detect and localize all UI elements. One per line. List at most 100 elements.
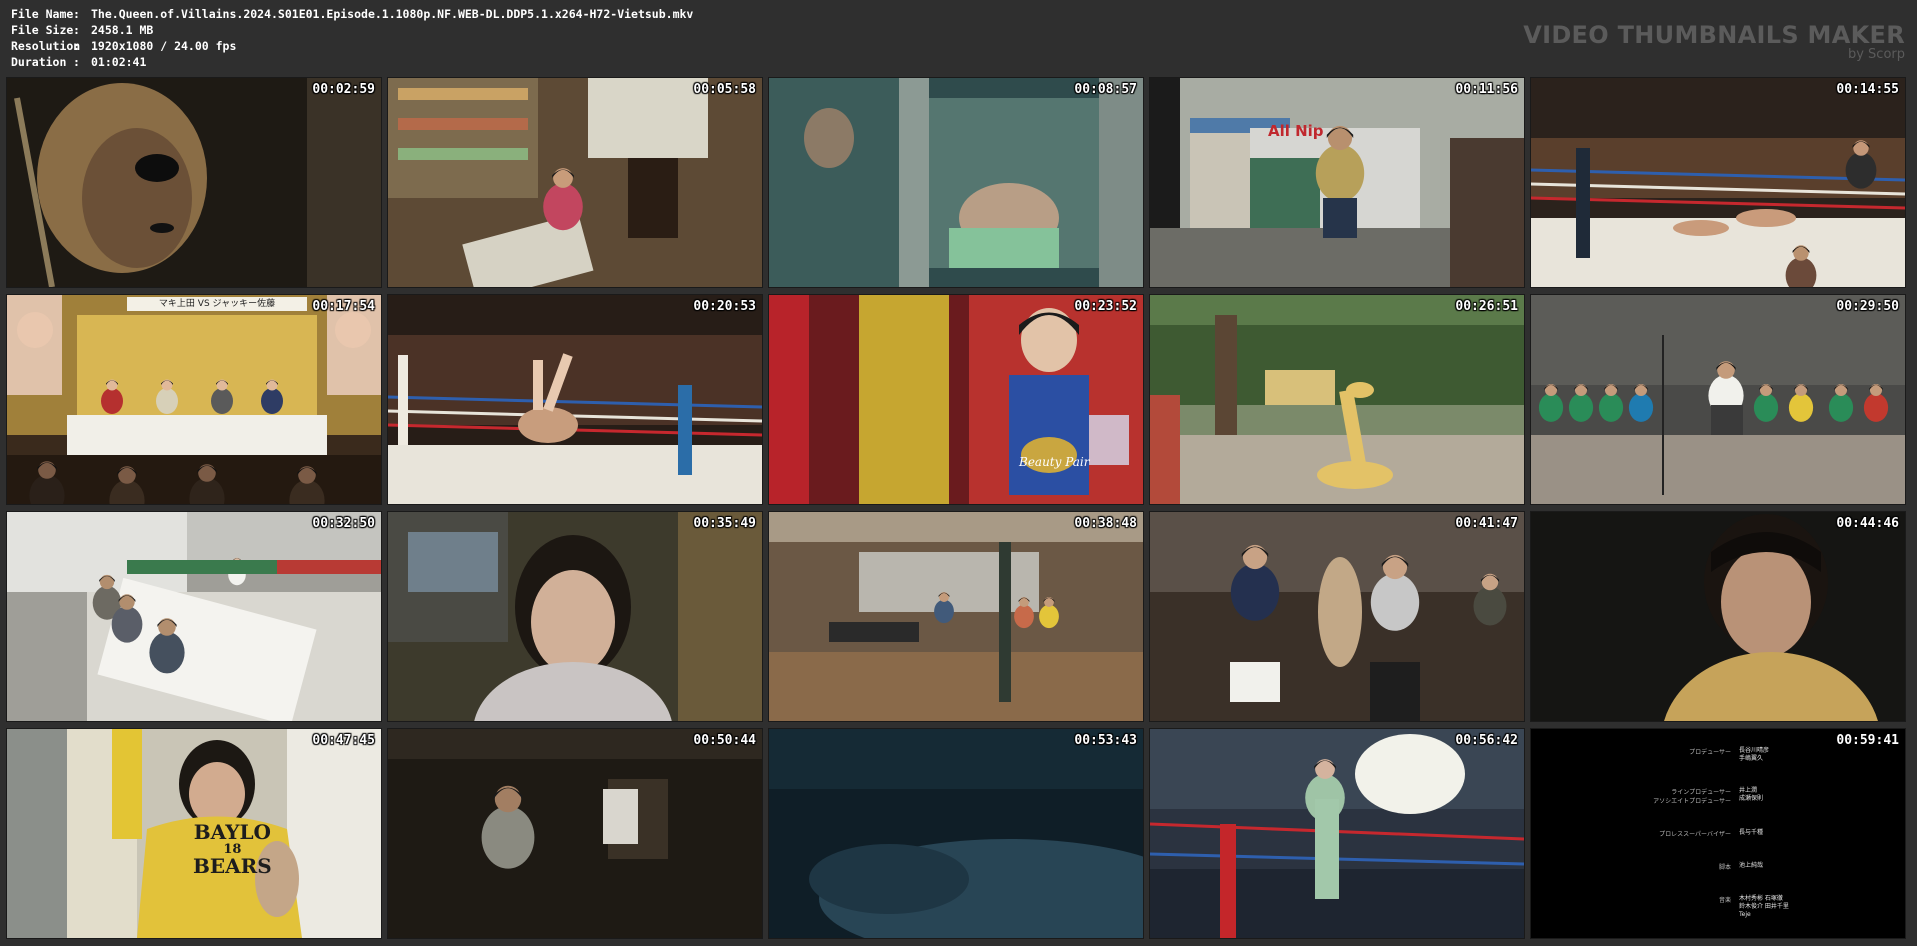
credit-row: プロデューサー 長谷川晴彦 手嶋翼久 [1641,747,1881,763]
timestamp: 00:47:45 [312,733,375,748]
info-row-file-size: File Size : 2458.1 MB [11,22,693,38]
thumbnail-girl-crying[interactable]: 00:35:49 [387,511,763,722]
scene-image [7,295,381,504]
thumbnail-audition-judges-table[interactable]: 00:32:50 [6,511,382,722]
scene-image [388,512,762,721]
timestamp: 00:26:51 [1455,299,1518,314]
scene-image [388,729,762,938]
timestamp: 00:11:56 [1455,82,1518,97]
scene-image [1150,295,1524,504]
brand-title: VIDEO THUMBNAILS MAKER [1523,21,1905,49]
credit-row: プロレススーパーバイザー 長与千種 [1641,829,1881,838]
credit-role: プロレススーパーバイザー [1659,831,1731,838]
credit-row: 音楽 木村秀彬 石塚徹 鈴木俊介 田井千里 Teje [1641,895,1881,919]
credit-role: ラインプロデューサー アソシエイトプロデューサー [1653,789,1731,805]
thumbnail-girl-swimsuit-ring[interactable]: 00:56:42 [1149,728,1525,939]
credit-role: プロデューサー [1689,749,1731,756]
timestamp: 00:53:43 [1074,733,1137,748]
credit-row: 脚本 池上純哉 [1641,862,1881,871]
scene-image [388,78,762,287]
poster-logo: Beauty Pair [1019,455,1090,469]
scene-image [769,295,1143,504]
scene-image [7,512,381,721]
scene-image [1150,78,1524,287]
info-sep: : [73,39,80,53]
file-info: File Name : The.Queen.of.Villains.2024.S… [11,6,693,70]
scene-image [769,729,1143,938]
brand-logo: VIDEO THUMBNAILS MAKER by Scorp [1523,22,1905,62]
thumbnail-wrestler-thrown-in-ring[interactable]: 00:20:53 [387,294,763,505]
timestamp: 00:20:53 [693,299,756,314]
scene-image [1150,729,1524,938]
credits-list: プロデューサー 長谷川晴彦 手嶋翼久ラインプロデューサー アソシエイトプロデューサ… [1641,747,1881,938]
thumbnail-press-conference[interactable]: マキ上田 VS ジャッキー佐藤 00:17:54 [6,294,382,505]
brand-subtitle: by Scorp [1847,47,1905,62]
credit-names: 井上潤 成瀬保則 [1739,787,1764,802]
credit-row: ラインプロデューサー アソシエイトプロデューサー 井上潤 成瀬保則 [1641,787,1881,805]
timestamp: 00:41:47 [1455,516,1518,531]
thumbnail-grid: 00:02:59 00:05:58 00:08:57 All Nip 00:11:… [6,77,1911,940]
shirt-line: BAYLO [193,820,271,844]
timestamp: 00:02:59 [312,82,375,97]
thumbnail-face-against-rainy-window[interactable]: 00:08:57 [768,77,1144,288]
thumbnail-men-in-gym[interactable]: 00:41:47 [1149,511,1525,722]
scene-image [769,512,1143,721]
timestamp: 00:50:44 [693,733,756,748]
header: File Name : The.Queen.of.Villains.2024.S… [0,0,1917,76]
shirt-line: BEARS [193,854,272,878]
thumbnail-training-gym-ring[interactable]: 00:38:48 [768,511,1144,722]
info-key: Resolution [11,39,81,53]
info-value: 01:02:41 [91,55,147,69]
thumbnail-wrestling-ring-match[interactable]: 00:14:55 [1530,77,1906,288]
thumbnail-dark-bedroom[interactable]: 00:53:43 [768,728,1144,939]
scene-image [1150,512,1524,721]
thumbnail-girl-standing-near-truck[interactable]: All Nip 00:11:56 [1149,77,1525,288]
press-banner: マキ上田 VS ジャッキー佐藤 [127,297,307,311]
timestamp: 00:32:50 [312,516,375,531]
timestamp: 00:35:49 [693,516,756,531]
credit-names: 木村秀彬 石塚徹 鈴木俊介 田井千里 Teje [1739,895,1789,918]
info-row-resolution: Resolution : 1920x1080 / 24.00 fps [11,38,693,54]
thumbnail-wrestler-poster-wall[interactable]: Beauty Pair 00:23:52 [768,294,1144,505]
thumbnail-gym-tryout-squat[interactable]: 00:29:50 [1530,294,1906,505]
scene-image [1531,78,1905,287]
thumbnail-shop-counter-register[interactable]: 00:05:58 [387,77,763,288]
credit-names: 長与千種 [1739,829,1764,836]
timestamp: 00:17:54 [312,299,375,314]
timestamp: 00:44:46 [1836,516,1899,531]
scene-image [1531,512,1905,721]
scene-image [769,78,1143,287]
thumbnail-girl-yellow-shirt-doorway[interactable]: BAYLO 18 BEARS 00:47:45 [6,728,382,939]
timestamp: 00:56:42 [1455,733,1518,748]
scene-image [1531,295,1905,504]
truck-sign: All Nip [1268,122,1324,140]
info-key: File Size [11,23,74,37]
timestamp: 00:23:52 [1074,299,1137,314]
info-row-file-name: File Name : The.Queen.of.Villains.2024.S… [11,6,693,22]
thumbnail-end-credits[interactable]: プロデューサー 長谷川晴彦 手嶋翼久ラインプロデューサー アソシエイトプロデューサ… [1530,728,1906,939]
timestamp: 00:29:50 [1836,299,1899,314]
shirt-print: BAYLO 18 BEARS [193,820,272,878]
info-sep: : [73,23,80,37]
scene-image [388,295,762,504]
credit-role: 脚本 [1718,864,1731,871]
info-value: The.Queen.of.Villains.2024.S01E01.Episod… [91,7,694,21]
info-key: Duration [11,55,67,69]
timestamp: 00:38:48 [1074,516,1137,531]
timestamp: 00:14:55 [1836,82,1899,97]
info-value: 2458.1 MB [91,23,154,37]
scene-image [7,78,381,287]
timestamp: 00:08:57 [1074,82,1137,97]
credit-role: 音楽 [1718,897,1731,904]
info-row-duration: Duration : 01:02:41 [11,54,693,70]
info-key: File Name [11,7,74,21]
timestamp: 00:59:41 [1836,733,1899,748]
info-sep: : [73,55,80,69]
credit-names: 長谷川晴彦 手嶋翼久 [1739,747,1770,762]
info-sep: : [73,7,80,21]
thumbnail-girl-closeup-dark[interactable]: 00:44:46 [1530,511,1906,722]
thumbnail-park-giraffe-statue[interactable]: 00:26:51 [1149,294,1525,505]
thumbnail-woman-blonde-wig-sunglasses[interactable]: 00:02:59 [6,77,382,288]
credit-names: 池上純哉 [1739,862,1764,869]
thumbnail-man-in-dark-room[interactable]: 00:50:44 [387,728,763,939]
